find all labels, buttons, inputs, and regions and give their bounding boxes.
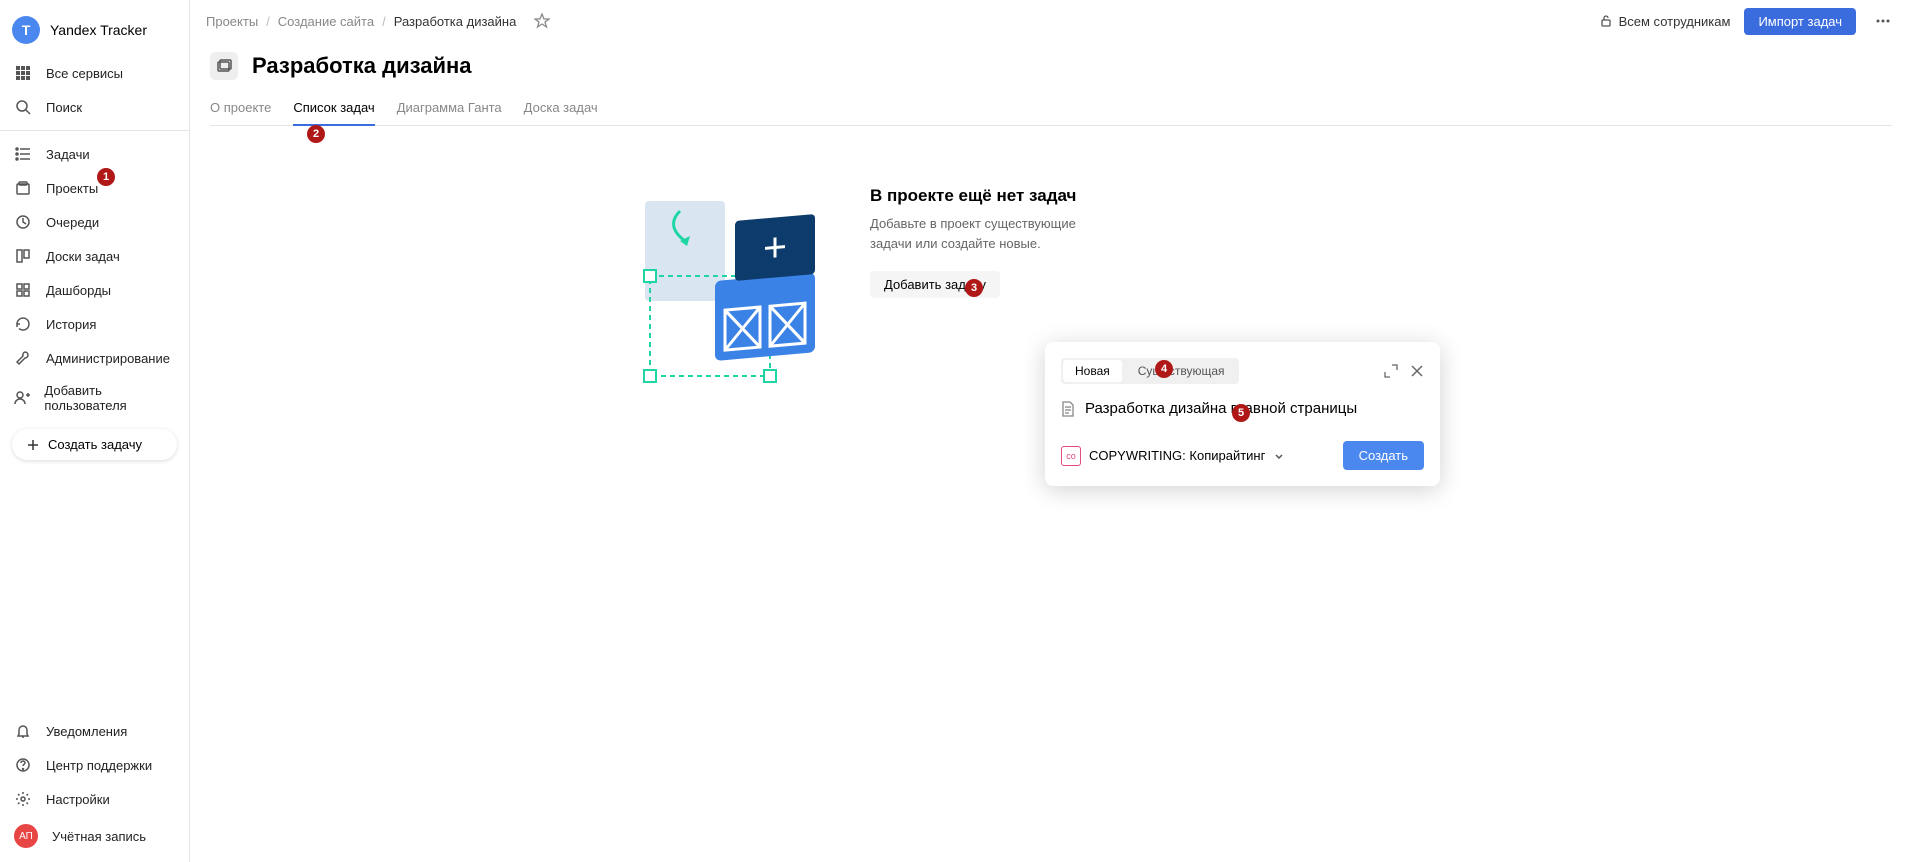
annotation-4: 4 bbox=[1155, 360, 1173, 378]
queue-badge: co bbox=[1061, 446, 1081, 466]
sidebar-item-label: Учётная запись bbox=[52, 829, 146, 844]
search-icon bbox=[14, 98, 32, 116]
queue-selector[interactable]: co COPYWRITING: Копирайтинг bbox=[1061, 446, 1285, 466]
sidebar-item-label: Задачи bbox=[46, 147, 90, 162]
add-user-icon bbox=[14, 389, 30, 407]
sidebar-item-search[interactable]: Поиск bbox=[0, 90, 189, 124]
app-name: Yandex Tracker bbox=[50, 22, 147, 38]
apps-icon bbox=[14, 64, 32, 82]
queue-name: COPYWRITING: Копирайтинг bbox=[1089, 448, 1265, 463]
project-icon bbox=[210, 52, 238, 80]
sidebar-item-support[interactable]: Центр поддержки bbox=[0, 748, 189, 782]
access-selector[interactable]: Всем сотрудникам bbox=[1599, 14, 1731, 29]
breadcrumb: Проекты / Создание сайта / Разработка ди… bbox=[206, 13, 550, 29]
panel-footer: co COPYWRITING: Копирайтинг Создать bbox=[1061, 441, 1424, 470]
page-header: Разработка дизайна bbox=[210, 52, 1892, 80]
sidebar-item-label: Уведомления bbox=[46, 724, 127, 739]
panel-tab-new[interactable]: Новая bbox=[1063, 360, 1122, 382]
sidebar-item-label: Все сервисы bbox=[46, 66, 123, 81]
main-content: Разработка дизайна О проекте Список зада… bbox=[190, 42, 1912, 862]
document-icon bbox=[1061, 401, 1075, 417]
sidebar-item-all-services[interactable]: Все сервисы bbox=[0, 56, 189, 90]
sidebar-item-label: История bbox=[46, 317, 96, 332]
sidebar-item-label: Очереди bbox=[46, 215, 99, 230]
sidebar-item-admin[interactable]: Администрирование bbox=[0, 341, 189, 375]
plus-icon bbox=[26, 438, 40, 452]
app-header[interactable]: T Yandex Tracker bbox=[0, 0, 189, 56]
sidebar-item-label: Настройки bbox=[46, 792, 110, 807]
breadcrumb-item[interactable]: Создание сайта bbox=[278, 14, 374, 29]
more-button[interactable] bbox=[1870, 8, 1896, 34]
dashboards-icon bbox=[14, 281, 32, 299]
sidebar: T Yandex Tracker Все сервисы Поиск Задач… bbox=[0, 0, 190, 862]
sidebar-item-label: Поиск bbox=[46, 100, 82, 115]
create-button[interactable]: Создать bbox=[1343, 441, 1424, 470]
help-icon bbox=[14, 756, 32, 774]
tab-task-list[interactable]: Список задач bbox=[293, 94, 374, 125]
sidebar-item-label: Центр поддержки bbox=[46, 758, 152, 773]
sidebar-item-label: Администрирование bbox=[46, 351, 170, 366]
sidebar-item-history[interactable]: История bbox=[0, 307, 189, 341]
close-button[interactable] bbox=[1410, 364, 1424, 378]
annotation-5: 5 bbox=[1232, 404, 1250, 422]
sidebar-item-label: Проекты bbox=[46, 181, 98, 196]
sidebar-item-label: Доски задач bbox=[46, 249, 120, 264]
divider bbox=[0, 130, 189, 131]
import-tasks-button[interactable]: Импорт задач bbox=[1744, 8, 1856, 35]
app-logo-icon: T bbox=[12, 16, 40, 44]
create-task-label: Создать задачу bbox=[48, 437, 142, 452]
sidebar-item-label: Дашборды bbox=[46, 283, 111, 298]
sidebar-item-label: Добавить пользователя bbox=[44, 383, 175, 413]
empty-title: В проекте ещё нет задач bbox=[870, 186, 1120, 206]
breadcrumb-item[interactable]: Разработка дизайна bbox=[394, 14, 517, 29]
topbar: Проекты / Создание сайта / Разработка ди… bbox=[190, 0, 1912, 42]
page-title: Разработка дизайна bbox=[252, 53, 472, 79]
empty-description: Добавьте в проект существующие задачи ил… bbox=[870, 214, 1120, 253]
history-icon bbox=[14, 315, 32, 333]
sidebar-item-queues[interactable]: Очереди bbox=[0, 205, 189, 239]
tasks-icon bbox=[14, 145, 32, 163]
queues-icon bbox=[14, 213, 32, 231]
breadcrumb-item[interactable]: Проекты bbox=[206, 14, 258, 29]
empty-text: В проекте ещё нет задач Добавьте в проек… bbox=[870, 186, 1120, 298]
sidebar-item-boards[interactable]: Доски задач bbox=[0, 239, 189, 273]
sidebar-item-account[interactable]: АП Учётная запись bbox=[0, 816, 189, 862]
panel-tabs: Новая Существующая bbox=[1061, 358, 1239, 384]
wrench-icon bbox=[14, 349, 32, 367]
annotation-1: 1 bbox=[97, 168, 115, 186]
avatar: АП bbox=[14, 824, 38, 848]
annotation-3: 3 bbox=[965, 279, 983, 297]
topbar-actions: Всем сотрудникам Импорт задач bbox=[1599, 8, 1896, 35]
task-title-input[interactable] bbox=[1085, 400, 1424, 417]
boards-icon bbox=[14, 247, 32, 265]
sidebar-item-tasks[interactable]: Задачи bbox=[0, 137, 189, 171]
sidebar-item-projects[interactable]: Проекты bbox=[0, 171, 189, 205]
breadcrumb-separator: / bbox=[382, 14, 386, 29]
expand-button[interactable] bbox=[1384, 364, 1398, 378]
bell-icon bbox=[14, 722, 32, 740]
breadcrumb-separator: / bbox=[266, 14, 270, 29]
lock-icon bbox=[1599, 14, 1613, 28]
create-task-button[interactable]: Создать задачу bbox=[12, 429, 177, 460]
sidebar-item-settings[interactable]: Настройки bbox=[0, 782, 189, 816]
tab-board[interactable]: Доска задач bbox=[524, 94, 598, 125]
tabs: О проекте Список задач Диаграмма Ганта Д… bbox=[210, 94, 1892, 126]
tab-about[interactable]: О проекте bbox=[210, 94, 271, 125]
panel-header: Новая Существующая bbox=[1061, 358, 1424, 384]
annotation-2: 2 bbox=[307, 125, 325, 143]
sidebar-item-add-user[interactable]: Добавить пользователя bbox=[0, 375, 189, 421]
projects-icon bbox=[14, 179, 32, 197]
empty-illustration bbox=[630, 186, 830, 386]
gear-icon bbox=[14, 790, 32, 808]
sidebar-item-notifications[interactable]: Уведомления bbox=[0, 714, 189, 748]
chevron-down-icon bbox=[1273, 450, 1285, 462]
access-label: Всем сотрудникам bbox=[1619, 14, 1731, 29]
panel-tab-existing[interactable]: Существующая bbox=[1126, 360, 1237, 382]
favorite-button[interactable] bbox=[534, 13, 550, 29]
sidebar-item-dashboards[interactable]: Дашборды bbox=[0, 273, 189, 307]
tab-gantt[interactable]: Диаграмма Ганта bbox=[397, 94, 502, 125]
